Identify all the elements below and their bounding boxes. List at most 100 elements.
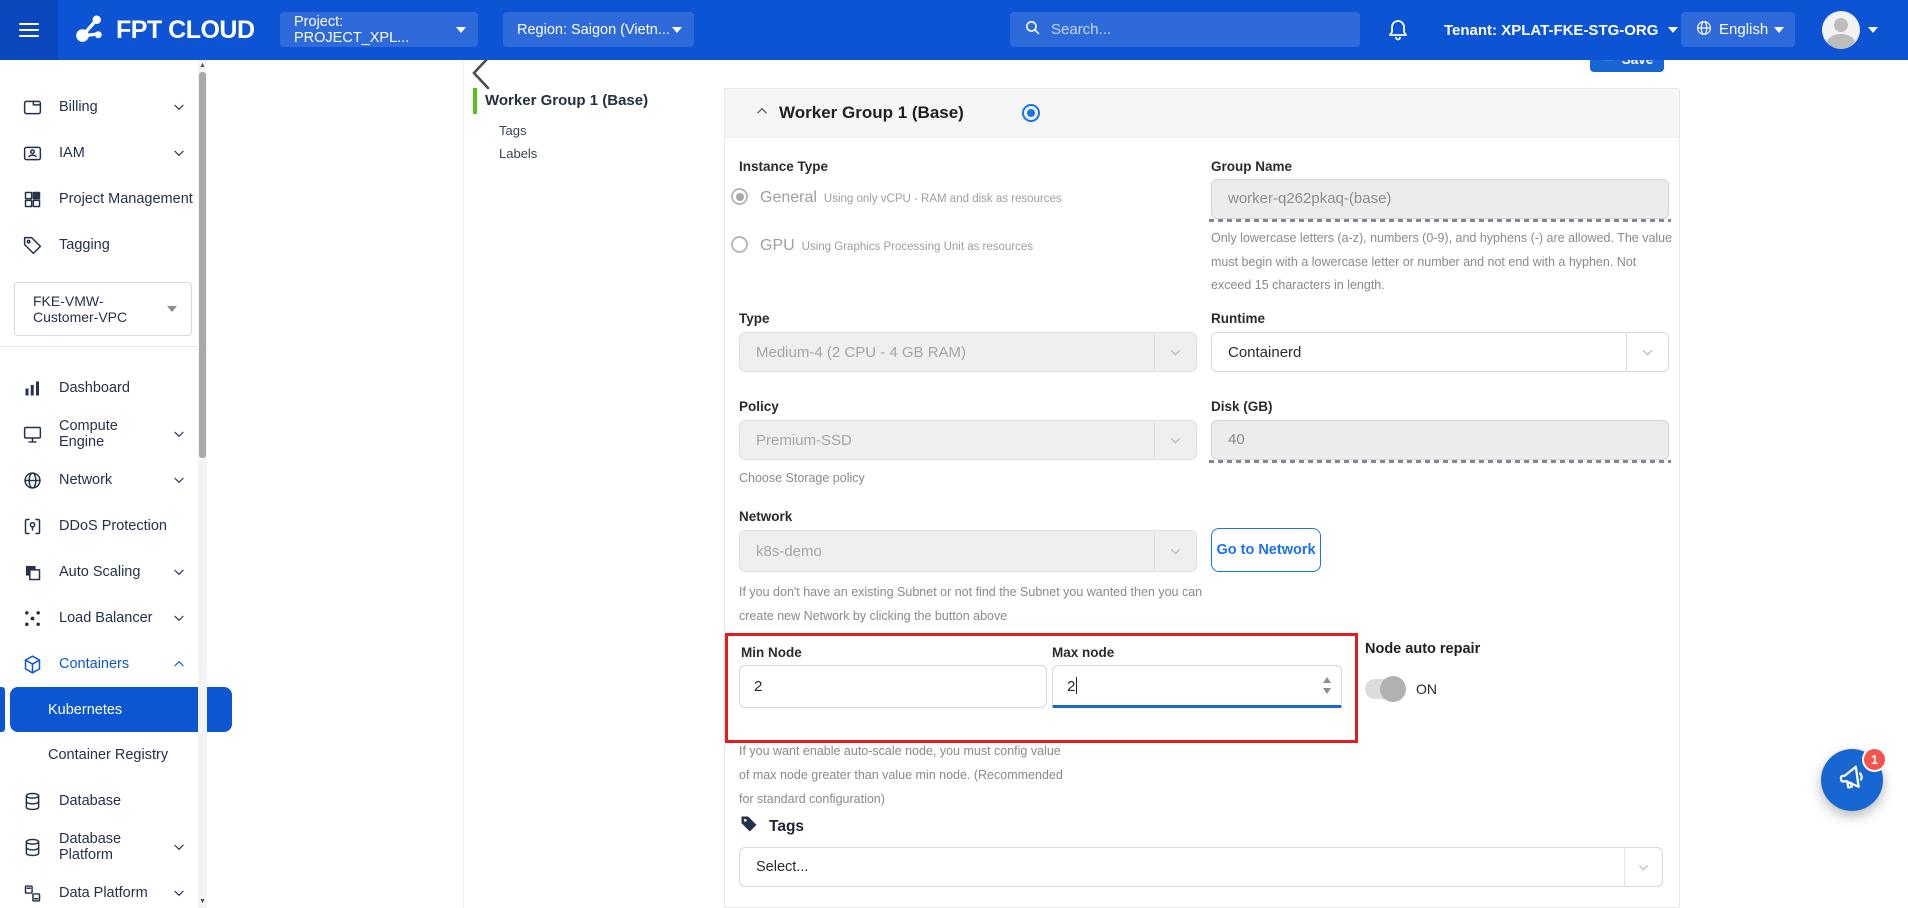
chevron-down-icon — [1868, 27, 1878, 33]
sidebar-item-label: IAM — [59, 145, 85, 161]
notifications-bell-icon[interactable] — [1386, 18, 1410, 42]
group-name-label: Group Name — [1211, 159, 1292, 174]
vpc-selector[interactable]: FKE-VMW-Customer-VPC — [14, 282, 192, 336]
sidebar-item-label: Billing — [59, 99, 98, 115]
sidebar-item-label: Data Platform — [59, 885, 148, 901]
chevron-down-icon — [172, 473, 186, 487]
sidebar-scrollbar[interactable]: ▲ ▼ — [198, 60, 207, 908]
vpc-selector-value: FKE-VMW-Customer-VPC — [33, 293, 167, 325]
max-node-label: Max node — [1052, 645, 1114, 660]
radio-icon — [731, 236, 748, 253]
user-menu[interactable] — [1822, 0, 1878, 60]
network-helper: If you don't have an existing Subnet or … — [739, 581, 1217, 628]
avatar — [1822, 11, 1860, 49]
chevron-down-icon — [172, 840, 186, 854]
tenant-selector[interactable]: Tenant: XPLAT-FKE-STG-ORG — [1444, 0, 1678, 60]
nodes-icon — [22, 608, 43, 629]
tenant-label: Tenant: XPLAT-FKE-STG-ORG — [1444, 22, 1658, 39]
sidebar-item-label: Project Management — [59, 191, 193, 207]
node-auto-repair-state: ON — [1416, 681, 1437, 697]
chevron-down-icon — [1154, 531, 1196, 571]
worker-group-radio[interactable] — [1022, 104, 1040, 122]
tag-icon — [22, 235, 43, 256]
database-icon — [22, 837, 43, 858]
runtime-label: Runtime — [1211, 311, 1265, 326]
disk-input: 40 — [1211, 420, 1669, 460]
network-select: k8s-demo — [739, 530, 1197, 572]
logo-molecule-icon — [72, 10, 108, 51]
search-icon — [1024, 19, 1041, 41]
chevron-down-icon — [1626, 333, 1668, 371]
policy-select: Premium-SSD — [739, 420, 1197, 460]
step-down-icon[interactable] — [1323, 688, 1331, 694]
sidebar-item-label: Database — [59, 793, 121, 809]
group-name-dashed-underline — [1209, 219, 1671, 222]
option-desc: Using only vCPU - RAM and disk as resour… — [824, 193, 1062, 205]
instance-type-gpu-option[interactable]: GPU Using Graphics Processing Unit as re… — [731, 233, 1033, 255]
policy-helper: Choose Storage policy — [739, 467, 865, 491]
node-auto-repair-toggle[interactable] — [1365, 679, 1403, 699]
collapse-chevron-up-icon[interactable] — [755, 104, 769, 123]
chevron-down-icon — [1668, 27, 1678, 33]
region-selector-label: Region: Saigon (Vietn... — [517, 22, 670, 38]
toggle-knob — [1380, 676, 1406, 702]
scroll-up-icon[interactable]: ▲ — [198, 61, 207, 71]
type-value: Medium-4 (2 CPU - 4 GB RAM) — [740, 344, 1154, 361]
type-label: Type — [739, 311, 770, 326]
step-up-icon[interactable] — [1323, 677, 1331, 683]
disk-label: Disk (GB) — [1211, 399, 1273, 414]
toc-worker-group-link[interactable]: Worker Group 1 (Base) — [485, 92, 648, 109]
grid-icon — [22, 189, 43, 210]
node-auto-repair-group: Node auto repair ON — [1365, 641, 1480, 699]
type-select: Medium-4 (2 CPU - 4 GB RAM) — [739, 332, 1197, 372]
max-node-input[interactable]: 2 — [1052, 665, 1342, 708]
sidebar-item-label: Dashboard — [59, 380, 130, 396]
go-to-network-button[interactable]: Go to Network — [1211, 528, 1321, 572]
search-placeholder: Search... — [1051, 21, 1111, 38]
chevron-down-icon — [167, 306, 177, 312]
sidebar-item-label: DDoS Protection — [59, 518, 167, 534]
scroll-down-icon[interactable]: ▼ — [198, 897, 207, 907]
megaphone-icon — [1836, 762, 1868, 799]
sidebar: BillingIAMProject ManagementTagging FKE-… — [0, 60, 240, 908]
min-node-value: 2 — [754, 678, 762, 695]
text-cursor — [1076, 677, 1077, 694]
network-label: Network — [739, 509, 792, 524]
back-chevron-left-icon[interactable] — [468, 54, 494, 95]
group-name-input[interactable]: worker-q262pkaq-(base) — [1211, 179, 1669, 219]
runtime-select[interactable]: Containerd — [1211, 332, 1669, 372]
layers-icon — [22, 562, 43, 583]
worker-group-header[interactable]: Worker Group 1 (Base) — [725, 89, 1679, 138]
toc-active-indicator — [473, 88, 477, 114]
chevron-down-icon — [172, 427, 186, 441]
sidebar-divider — [0, 346, 208, 347]
language-selector[interactable]: English — [1681, 12, 1795, 47]
region-selector[interactable]: Region: Saigon (Vietn... — [503, 12, 694, 47]
fpt-cloud-console: Save FPT CLOUD Project: PROJECT_XPL... R… — [0, 0, 1908, 908]
global-search-input[interactable]: Search... — [1010, 12, 1360, 47]
disk-dashed-underline — [1209, 460, 1671, 463]
toc-tags-link[interactable]: Tags — [499, 123, 526, 138]
chevron-down-icon — [672, 27, 682, 33]
sidebar-item-label: Compute Engine — [59, 418, 156, 450]
sidebar-item-label: Containers — [59, 656, 129, 672]
chevron-down-icon — [1774, 27, 1784, 33]
tags-heading: Tags — [769, 818, 804, 836]
toc-labels-link[interactable]: Labels — [499, 146, 537, 161]
min-node-input[interactable]: 2 — [739, 665, 1047, 708]
instance-type-label: Instance Type — [739, 159, 828, 174]
chevron-down-icon — [172, 886, 186, 900]
scrollbar-thumb[interactable] — [199, 72, 206, 458]
number-stepper[interactable] — [1323, 677, 1331, 694]
hamburger-menu-icon[interactable] — [0, 0, 58, 60]
sidebar-item-label: Load Balancer — [59, 610, 153, 626]
project-selector[interactable]: Project: PROJECT_XPL... — [280, 12, 478, 47]
chevron-down-icon — [172, 611, 186, 625]
chevron-down-icon — [1624, 848, 1662, 886]
worker-group-panel: Worker Group 1 (Base) Instance Type Grou… — [724, 88, 1680, 908]
policy-label: Policy — [739, 399, 779, 414]
top-navbar: FPT CLOUD Project: PROJECT_XPL... Region… — [0, 0, 1908, 60]
tags-select[interactable]: Select... — [739, 847, 1663, 887]
instance-type-general-option[interactable]: General Using only vCPU - RAM and disk a… — [731, 185, 1062, 207]
chevron-down-icon — [172, 565, 186, 579]
